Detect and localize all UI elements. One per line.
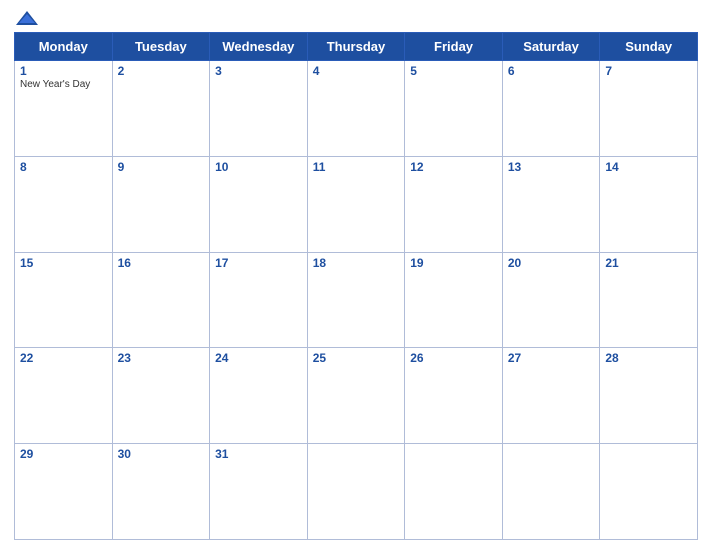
day-number: 5 bbox=[410, 64, 497, 78]
day-number: 9 bbox=[118, 160, 205, 174]
day-number: 22 bbox=[20, 351, 107, 365]
weekday-header: Tuesday bbox=[112, 33, 210, 61]
calendar-cell: 27 bbox=[502, 348, 600, 444]
calendar-table: MondayTuesdayWednesdayThursdayFridaySatu… bbox=[14, 32, 698, 540]
calendar-cell: 5 bbox=[405, 61, 503, 157]
calendar-cell bbox=[600, 444, 698, 540]
logo bbox=[14, 10, 38, 26]
day-number: 10 bbox=[215, 160, 302, 174]
calendar-week-row: 29 30 31 bbox=[15, 444, 698, 540]
calendar-cell: 25 bbox=[307, 348, 405, 444]
day-number: 7 bbox=[605, 64, 692, 78]
day-number: 24 bbox=[215, 351, 302, 365]
calendar-cell: 4 bbox=[307, 61, 405, 157]
day-number: 23 bbox=[118, 351, 205, 365]
calendar-cell: 18 bbox=[307, 252, 405, 348]
calendar-cell: 15 bbox=[15, 252, 113, 348]
calendar-cell bbox=[405, 444, 503, 540]
calendar-cell: 11 bbox=[307, 156, 405, 252]
calendar-week-row: 15 16 17 18 19 20 21 bbox=[15, 252, 698, 348]
calendar-cell: 13 bbox=[502, 156, 600, 252]
calendar-cell: 23 bbox=[112, 348, 210, 444]
day-number: 28 bbox=[605, 351, 692, 365]
weekday-header: Thursday bbox=[307, 33, 405, 61]
calendar-cell: 28 bbox=[600, 348, 698, 444]
day-number: 20 bbox=[508, 256, 595, 270]
calendar-cell: 26 bbox=[405, 348, 503, 444]
day-number: 4 bbox=[313, 64, 400, 78]
calendar-cell: 2 bbox=[112, 61, 210, 157]
calendar-cell: 16 bbox=[112, 252, 210, 348]
day-number: 13 bbox=[508, 160, 595, 174]
day-number: 2 bbox=[118, 64, 205, 78]
calendar-cell: 22 bbox=[15, 348, 113, 444]
calendar-cell: 10 bbox=[210, 156, 308, 252]
calendar-cell: 8 bbox=[15, 156, 113, 252]
calendar-header bbox=[14, 10, 698, 26]
day-number: 12 bbox=[410, 160, 497, 174]
calendar-cell: 9 bbox=[112, 156, 210, 252]
day-number: 3 bbox=[215, 64, 302, 78]
calendar-cell: 21 bbox=[600, 252, 698, 348]
calendar-cell bbox=[502, 444, 600, 540]
calendar-cell: 20 bbox=[502, 252, 600, 348]
day-number: 25 bbox=[313, 351, 400, 365]
calendar-cell: 31 bbox=[210, 444, 308, 540]
calendar-cell: 7 bbox=[600, 61, 698, 157]
day-number: 21 bbox=[605, 256, 692, 270]
day-number: 8 bbox=[20, 160, 107, 174]
weekday-header: Sunday bbox=[600, 33, 698, 61]
weekday-header: Saturday bbox=[502, 33, 600, 61]
calendar-header-row: MondayTuesdayWednesdayThursdayFridaySatu… bbox=[15, 33, 698, 61]
calendar-cell: 12 bbox=[405, 156, 503, 252]
weekday-header: Friday bbox=[405, 33, 503, 61]
calendar-cell: 3 bbox=[210, 61, 308, 157]
calendar-cell: 24 bbox=[210, 348, 308, 444]
calendar-week-row: 22 23 24 25 26 27 28 bbox=[15, 348, 698, 444]
day-number: 18 bbox=[313, 256, 400, 270]
day-number: 6 bbox=[508, 64, 595, 78]
calendar-cell: 17 bbox=[210, 252, 308, 348]
calendar-cell: 6 bbox=[502, 61, 600, 157]
weekday-header: Monday bbox=[15, 33, 113, 61]
day-number: 26 bbox=[410, 351, 497, 365]
calendar-page: MondayTuesdayWednesdayThursdayFridaySatu… bbox=[0, 0, 712, 550]
day-number: 29 bbox=[20, 447, 107, 461]
day-number: 17 bbox=[215, 256, 302, 270]
calendar-cell: 14 bbox=[600, 156, 698, 252]
calendar-week-row: 1New Year's Day 234567 bbox=[15, 61, 698, 157]
calendar-cell: 19 bbox=[405, 252, 503, 348]
calendar-cell bbox=[307, 444, 405, 540]
day-number: 14 bbox=[605, 160, 692, 174]
day-number: 16 bbox=[118, 256, 205, 270]
day-number: 1 bbox=[20, 64, 107, 78]
day-number: 27 bbox=[508, 351, 595, 365]
logo-icon bbox=[16, 10, 38, 26]
day-number: 11 bbox=[313, 160, 400, 174]
day-number: 15 bbox=[20, 256, 107, 270]
day-number: 19 bbox=[410, 256, 497, 270]
day-number: 30 bbox=[118, 447, 205, 461]
calendar-cell: 1New Year's Day bbox=[15, 61, 113, 157]
calendar-cell: 29 bbox=[15, 444, 113, 540]
calendar-cell: 30 bbox=[112, 444, 210, 540]
holiday-label: New Year's Day bbox=[20, 79, 107, 90]
day-number: 31 bbox=[215, 447, 302, 461]
calendar-week-row: 89 10 11 12 13 14 bbox=[15, 156, 698, 252]
weekday-header: Wednesday bbox=[210, 33, 308, 61]
